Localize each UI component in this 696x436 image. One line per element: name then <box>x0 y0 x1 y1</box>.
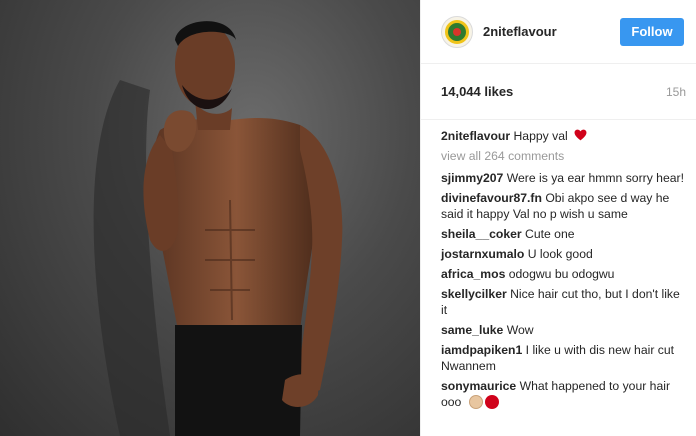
profile-avatar[interactable] <box>441 15 473 48</box>
comment-text: Were is ya ear hmmn sorry hear! <box>506 171 684 185</box>
post-caption: 2niteflavour Happy val <box>441 128 684 144</box>
comment-item: jostarnxumalo U look good <box>441 246 684 262</box>
follow-button[interactable]: Follow <box>620 17 684 46</box>
heart-icon <box>574 129 587 141</box>
mini-avatar-icon <box>484 395 499 409</box>
comment-item: same_luke Wow <box>441 322 684 338</box>
comment-username[interactable]: jostarnxumalo <box>441 247 524 261</box>
comment-item: africa_mos odogwu bu odogwu <box>441 266 684 282</box>
avatar-logo-icon <box>445 19 469 44</box>
caption-text: Happy val <box>513 129 568 143</box>
header-username[interactable]: 2niteflavour <box>483 24 620 39</box>
post-header: 2niteflavour Follow <box>421 0 696 64</box>
caption-username[interactable]: 2niteflavour <box>441 129 510 143</box>
view-all-comments-link[interactable]: view all 264 comments <box>441 148 684 164</box>
comment-item: sonymaurice What happened to your hair o… <box>441 378 684 413</box>
post-timestamp: 15h <box>665 84 686 99</box>
comment-item: skellycilker Nice hair cut tho, but I do… <box>441 286 684 318</box>
comment-item: divinefavour87.fn Obi akpo see d way he … <box>441 190 684 222</box>
comment-username[interactable]: sonymaurice <box>441 379 516 393</box>
comment-item: sheila__coker Cute one <box>441 226 684 242</box>
comment-username[interactable]: iamdpapiken1 <box>441 343 522 357</box>
comment-text: U look good <box>527 247 593 261</box>
post-stats: 14,044 likes 15h <box>421 64 696 120</box>
post-side-panel: 2niteflavour Follow 14,044 likes 15h 2ni… <box>420 0 696 436</box>
comment-username[interactable]: divinefavour87.fn <box>441 191 542 205</box>
man-portrait-image <box>93 21 343 436</box>
comment-text: Cute one <box>525 227 575 241</box>
comment-item: sjimmy207 Were is ya ear hmmn sorry hear… <box>441 170 684 186</box>
comment-username[interactable]: same_luke <box>441 323 503 337</box>
likes-count[interactable]: 14,044 likes <box>441 84 513 99</box>
comment-username[interactable]: africa_mos <box>441 267 505 281</box>
commenter-avatars <box>468 395 501 413</box>
comment-username[interactable]: sheila__coker <box>441 227 522 241</box>
post-photo[interactable] <box>0 0 420 436</box>
comment-username[interactable]: sjimmy207 <box>441 171 503 185</box>
comments-section: 2niteflavour Happy val view all 264 comm… <box>421 120 696 413</box>
comment-item: iamdpapiken1 I like u with dis new hair … <box>441 342 684 374</box>
comment-text: Wow <box>506 323 534 337</box>
mini-avatar-icon <box>468 395 483 409</box>
comment-username[interactable]: skellycilker <box>441 287 507 301</box>
comment-text: odogwu bu odogwu <box>508 267 615 281</box>
instagram-post: 2niteflavour Follow 14,044 likes 15h 2ni… <box>0 0 696 436</box>
